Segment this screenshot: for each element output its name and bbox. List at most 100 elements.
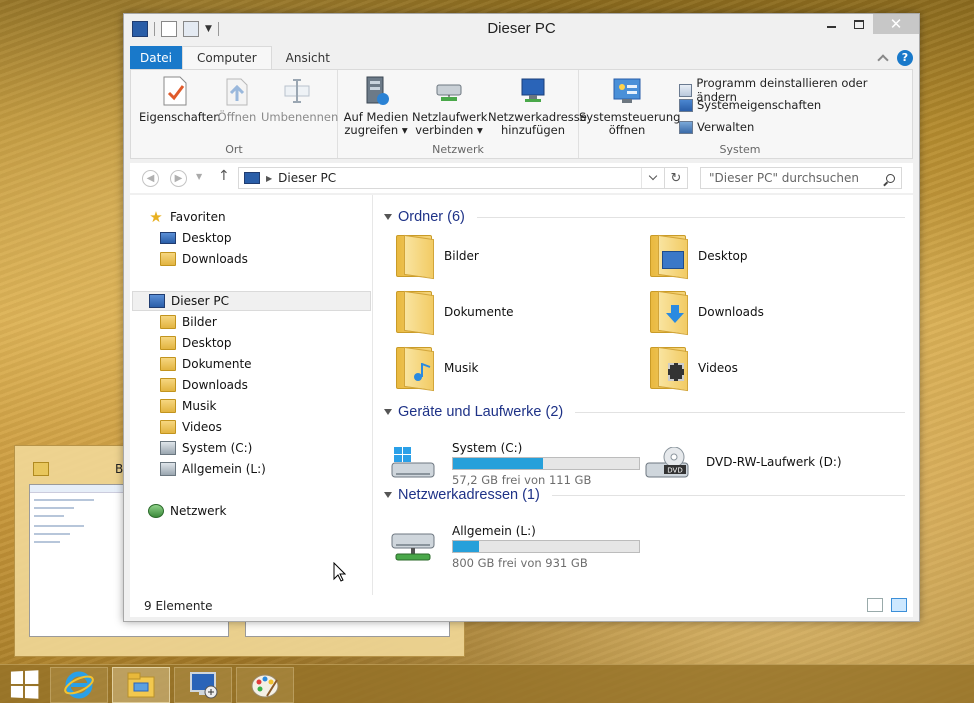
nav-musik[interactable]: Musik	[160, 396, 217, 416]
titlebar[interactable]: ▼ Dieser PC ✕	[124, 14, 919, 44]
folder-videos[interactable]: Videos	[646, 342, 886, 394]
mouse-cursor-icon	[333, 562, 346, 582]
nav-system-c[interactable]: System (C:)	[160, 438, 252, 458]
drive-icon	[160, 441, 176, 455]
taskbar-remote-desktop[interactable]	[174, 667, 232, 703]
nav-dokumente[interactable]: Dokumente	[160, 354, 252, 374]
star-icon: ★	[149, 208, 163, 226]
media-server-icon	[361, 75, 391, 107]
nav-favoriten[interactable]: ★ Favoriten	[148, 207, 225, 227]
nav-netzwerk[interactable]: Netzwerk	[148, 501, 226, 521]
large-icons-view-icon[interactable]	[891, 598, 907, 612]
group-ort: Eigenschaften Öffnen Umbenennen Ort	[131, 70, 338, 158]
tab-computer[interactable]: Computer	[182, 46, 272, 69]
minimize-button[interactable]	[817, 14, 845, 34]
minimize-icon	[826, 26, 836, 28]
downloads-folder-icon	[160, 252, 176, 266]
navigation-bar: ◀ ▶ ▼ ↑ ▶ Dieser PC ↻ "Dieser PC" durchs…	[130, 163, 913, 193]
network-drive-icon	[160, 462, 176, 476]
nav-downloads[interactable]: Downloads	[160, 375, 248, 395]
collapse-icon	[384, 492, 392, 498]
search-input[interactable]: "Dieser PC" durchsuchen	[700, 167, 902, 189]
back-button[interactable]: ◀	[142, 170, 159, 187]
computer-icon	[149, 294, 165, 308]
svg-text:DVD: DVD	[667, 467, 682, 475]
group-header-ordner[interactable]: Ordner (6)	[384, 208, 905, 226]
internet-explorer-icon	[64, 671, 94, 699]
drive-allgemein-l[interactable]: Allgemein (L:) 800 GB frei von 931 GB	[390, 524, 640, 570]
ribbon: Eigenschaften Öffnen Umbenennen Ort Auf …	[130, 69, 913, 159]
drive-system-c[interactable]: System (C:) 57,2 GB frei von 111 GB	[390, 441, 640, 487]
tab-datei[interactable]: Datei	[130, 46, 182, 69]
nav-videos[interactable]: Videos	[160, 417, 222, 437]
nav-dieser-pc[interactable]: Dieser PC	[132, 291, 371, 311]
programs-icon	[679, 83, 693, 97]
main-pane: Ordner (6) Bilder Desktop Dokumente Down…	[374, 195, 913, 595]
control-panel-icon	[612, 75, 642, 107]
umbenennen-button[interactable]: Umbenennen	[261, 75, 338, 124]
address-dropdown-button[interactable]	[641, 168, 663, 188]
folder-desktop[interactable]: Desktop	[646, 230, 886, 282]
nav-desktop[interactable]: Desktop	[160, 333, 232, 353]
folder-dokumente[interactable]: Dokumente	[392, 286, 632, 338]
file-explorer-icon	[127, 672, 155, 698]
network-location-icon	[518, 75, 548, 107]
nav-bilder[interactable]: Bilder	[160, 312, 217, 332]
address-bar[interactable]: ▶ Dieser PC	[238, 167, 688, 189]
drive-usage-bar	[452, 457, 640, 470]
remote-desktop-icon	[190, 672, 218, 699]
folder-downloads[interactable]: Downloads	[646, 286, 886, 338]
forward-button[interactable]: ▶	[170, 170, 187, 187]
item-count: 9 Elemente	[144, 599, 213, 613]
windows-logo-icon	[10, 671, 24, 684]
maximize-button[interactable]	[845, 14, 873, 34]
breadcrumb-dieser-pc[interactable]: Dieser PC	[278, 171, 336, 185]
manage-icon	[679, 120, 693, 134]
taskbar-paint[interactable]	[236, 667, 294, 703]
nav-favorite-downloads[interactable]: Downloads	[160, 249, 248, 269]
map-network-drive-icon	[434, 75, 464, 107]
dvd-drive-icon: DVD	[644, 446, 690, 481]
taskbar-internet-explorer[interactable]	[50, 667, 108, 703]
group-header-netzwerkadressen[interactable]: Netzwerkadressen (1)	[384, 486, 905, 504]
systemsteuerung-oeffnen-button[interactable]: Systemsteuerung öffnen	[579, 75, 680, 137]
videos-folder-icon	[646, 345, 690, 392]
folder-bilder[interactable]: Bilder	[392, 230, 632, 282]
folder-musik[interactable]: Musik	[392, 342, 632, 394]
recent-locations-icon[interactable]: ▼	[196, 172, 202, 181]
collapse-icon	[384, 214, 392, 220]
help-icon[interactable]: ?	[897, 49, 913, 66]
nav-allgemein-l[interactable]: Allgemein (L:)	[160, 459, 266, 479]
paint-icon	[251, 674, 279, 698]
details-view-icon[interactable]	[867, 598, 883, 612]
taskbar-file-explorer[interactable]	[112, 667, 170, 703]
refresh-button[interactable]: ↻	[664, 167, 688, 189]
network-icon	[148, 504, 164, 518]
netzwerkadresse-hinzufuegen-button[interactable]: Netzwerkadresse hinzufügen	[488, 75, 587, 137]
group-label-ort: Ort	[225, 143, 243, 156]
group-header-geraete[interactable]: Geräte und Laufwerke (2)	[384, 403, 905, 421]
start-button[interactable]	[10, 670, 39, 699]
system-properties-icon	[679, 98, 693, 112]
breadcrumb-separator-icon: ▶	[266, 173, 273, 183]
music-folder-icon	[392, 345, 436, 392]
folder-icon	[33, 462, 49, 476]
nav-favorite-desktop[interactable]: Desktop	[160, 228, 232, 248]
content-area: ★ Favoriten Desktop Downloads Dieser PC …	[130, 195, 913, 595]
verwalten-button[interactable]: Verwalten	[679, 120, 754, 134]
search-icon[interactable]	[886, 173, 895, 183]
tab-ansicht[interactable]: Ansicht	[272, 46, 344, 69]
close-button[interactable]: ✕	[873, 14, 919, 34]
up-button[interactable]: ↑	[218, 168, 230, 184]
drive-dvd-d[interactable]: DVD DVD-RW-Laufwerk (D:)	[644, 441, 894, 487]
auf-medien-zugreifen-button[interactable]: Auf Medien zugreifen ▾	[342, 75, 410, 137]
group-netzwerk: Auf Medien zugreifen ▾ Netzlaufwerk verb…	[338, 70, 587, 158]
windows-drive-icon	[390, 447, 436, 481]
systemeigenschaften-button[interactable]: Systemeigenschaften	[679, 98, 821, 112]
collapse-icon	[384, 409, 392, 415]
oeffnen-button[interactable]: Öffnen	[215, 75, 259, 124]
netzlaufwerk-verbinden-button[interactable]: Netzlaufwerk verbinden ▾	[412, 75, 487, 137]
collapse-ribbon-icon[interactable]	[877, 53, 889, 66]
explorer-window: ▼ Dieser PC ✕ Datei Computer Ansicht ? E…	[123, 13, 920, 622]
eigenschaften-button[interactable]: Eigenschaften	[139, 75, 221, 124]
